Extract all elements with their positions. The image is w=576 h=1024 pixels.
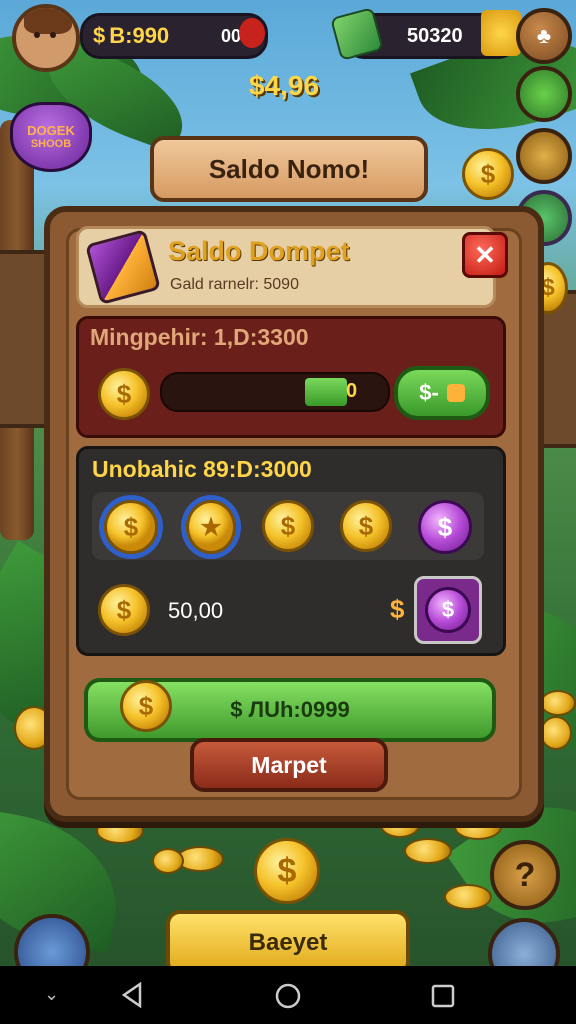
coin-slot-2[interactable]: ★ (186, 500, 236, 554)
player-avatar[interactable] (12, 4, 80, 72)
ground-coin (152, 848, 184, 874)
back-icon[interactable] (120, 982, 144, 1008)
progress-value: 0 (346, 380, 358, 402)
title-banner: Saldo Nomo! (150, 136, 428, 202)
coin-icon: $ (98, 584, 150, 636)
ground-coin (444, 884, 492, 910)
ground-coin (540, 690, 576, 716)
shield-icon[interactable] (516, 128, 572, 184)
panel-title: Saldo Dompet (168, 236, 350, 266)
progress-fill (305, 378, 348, 406)
progress-track: 0 (160, 372, 390, 412)
shop-badge-line1: DOGEK (27, 123, 75, 138)
shop-badge-line2: SHOOB (30, 138, 72, 150)
ground-coin (540, 716, 572, 750)
floating-coin: $ (462, 148, 514, 200)
purple-coin-icon: $ (425, 587, 471, 633)
coins-amount: 50,00 (168, 598, 224, 623)
dollar-icon: $ (390, 594, 405, 624)
coin-icon: $ (120, 680, 172, 732)
withdraw-label: Mingpehir: 1,D:3300 (90, 324, 309, 350)
recents-icon[interactable] (431, 984, 455, 1008)
system-nav-bar: ⌄ (0, 966, 576, 1024)
coin-slot-5[interactable]: $ (418, 500, 472, 554)
market-button[interactable]: Marpet (190, 738, 388, 792)
big-coin-icon: $ (254, 838, 320, 904)
gem-icon (446, 384, 465, 402)
close-icon[interactable]: ✕ (462, 232, 508, 278)
help-icon[interactable]: ? (490, 840, 560, 910)
coin-icon: $ (98, 368, 150, 420)
gift-icon[interactable] (516, 66, 572, 122)
withdraw-button-label: $- (419, 380, 439, 405)
coins-section-label: Unobahic 89:D:3000 (92, 456, 312, 482)
shop-badge[interactable]: DOGEK SHOOB (10, 102, 92, 172)
ground-coin (404, 838, 452, 864)
home-icon[interactable] (275, 983, 301, 1009)
coin-bag-icon[interactable] (481, 10, 521, 56)
withdraw-button[interactable]: $- (394, 366, 490, 420)
purple-coin-button[interactable]: $ (414, 576, 482, 644)
cash-amount: 50320 (407, 24, 463, 47)
coin-slot-3[interactable]: $ (262, 500, 314, 552)
coin-slot-1[interactable]: $ (104, 500, 158, 554)
chevron-down-icon[interactable]: ⌄ (44, 984, 59, 1005)
panel-subtitle: Gald rarnelr: 5090 (170, 276, 299, 293)
currency-suffix: 00 (221, 25, 242, 46)
currency-pill: $ B:990 00 (80, 13, 268, 59)
balance-display: $4,96 (248, 70, 320, 101)
cash-pill: 50320 (330, 7, 521, 61)
add-currency-icon[interactable] (239, 18, 265, 48)
cash-icon (330, 7, 384, 61)
coin-slot-4[interactable]: $ (340, 500, 392, 552)
dollar-icon: $ (93, 23, 106, 48)
settings-icon[interactable]: ♣ (516, 8, 572, 64)
currency-amount: B:990 (109, 23, 170, 48)
